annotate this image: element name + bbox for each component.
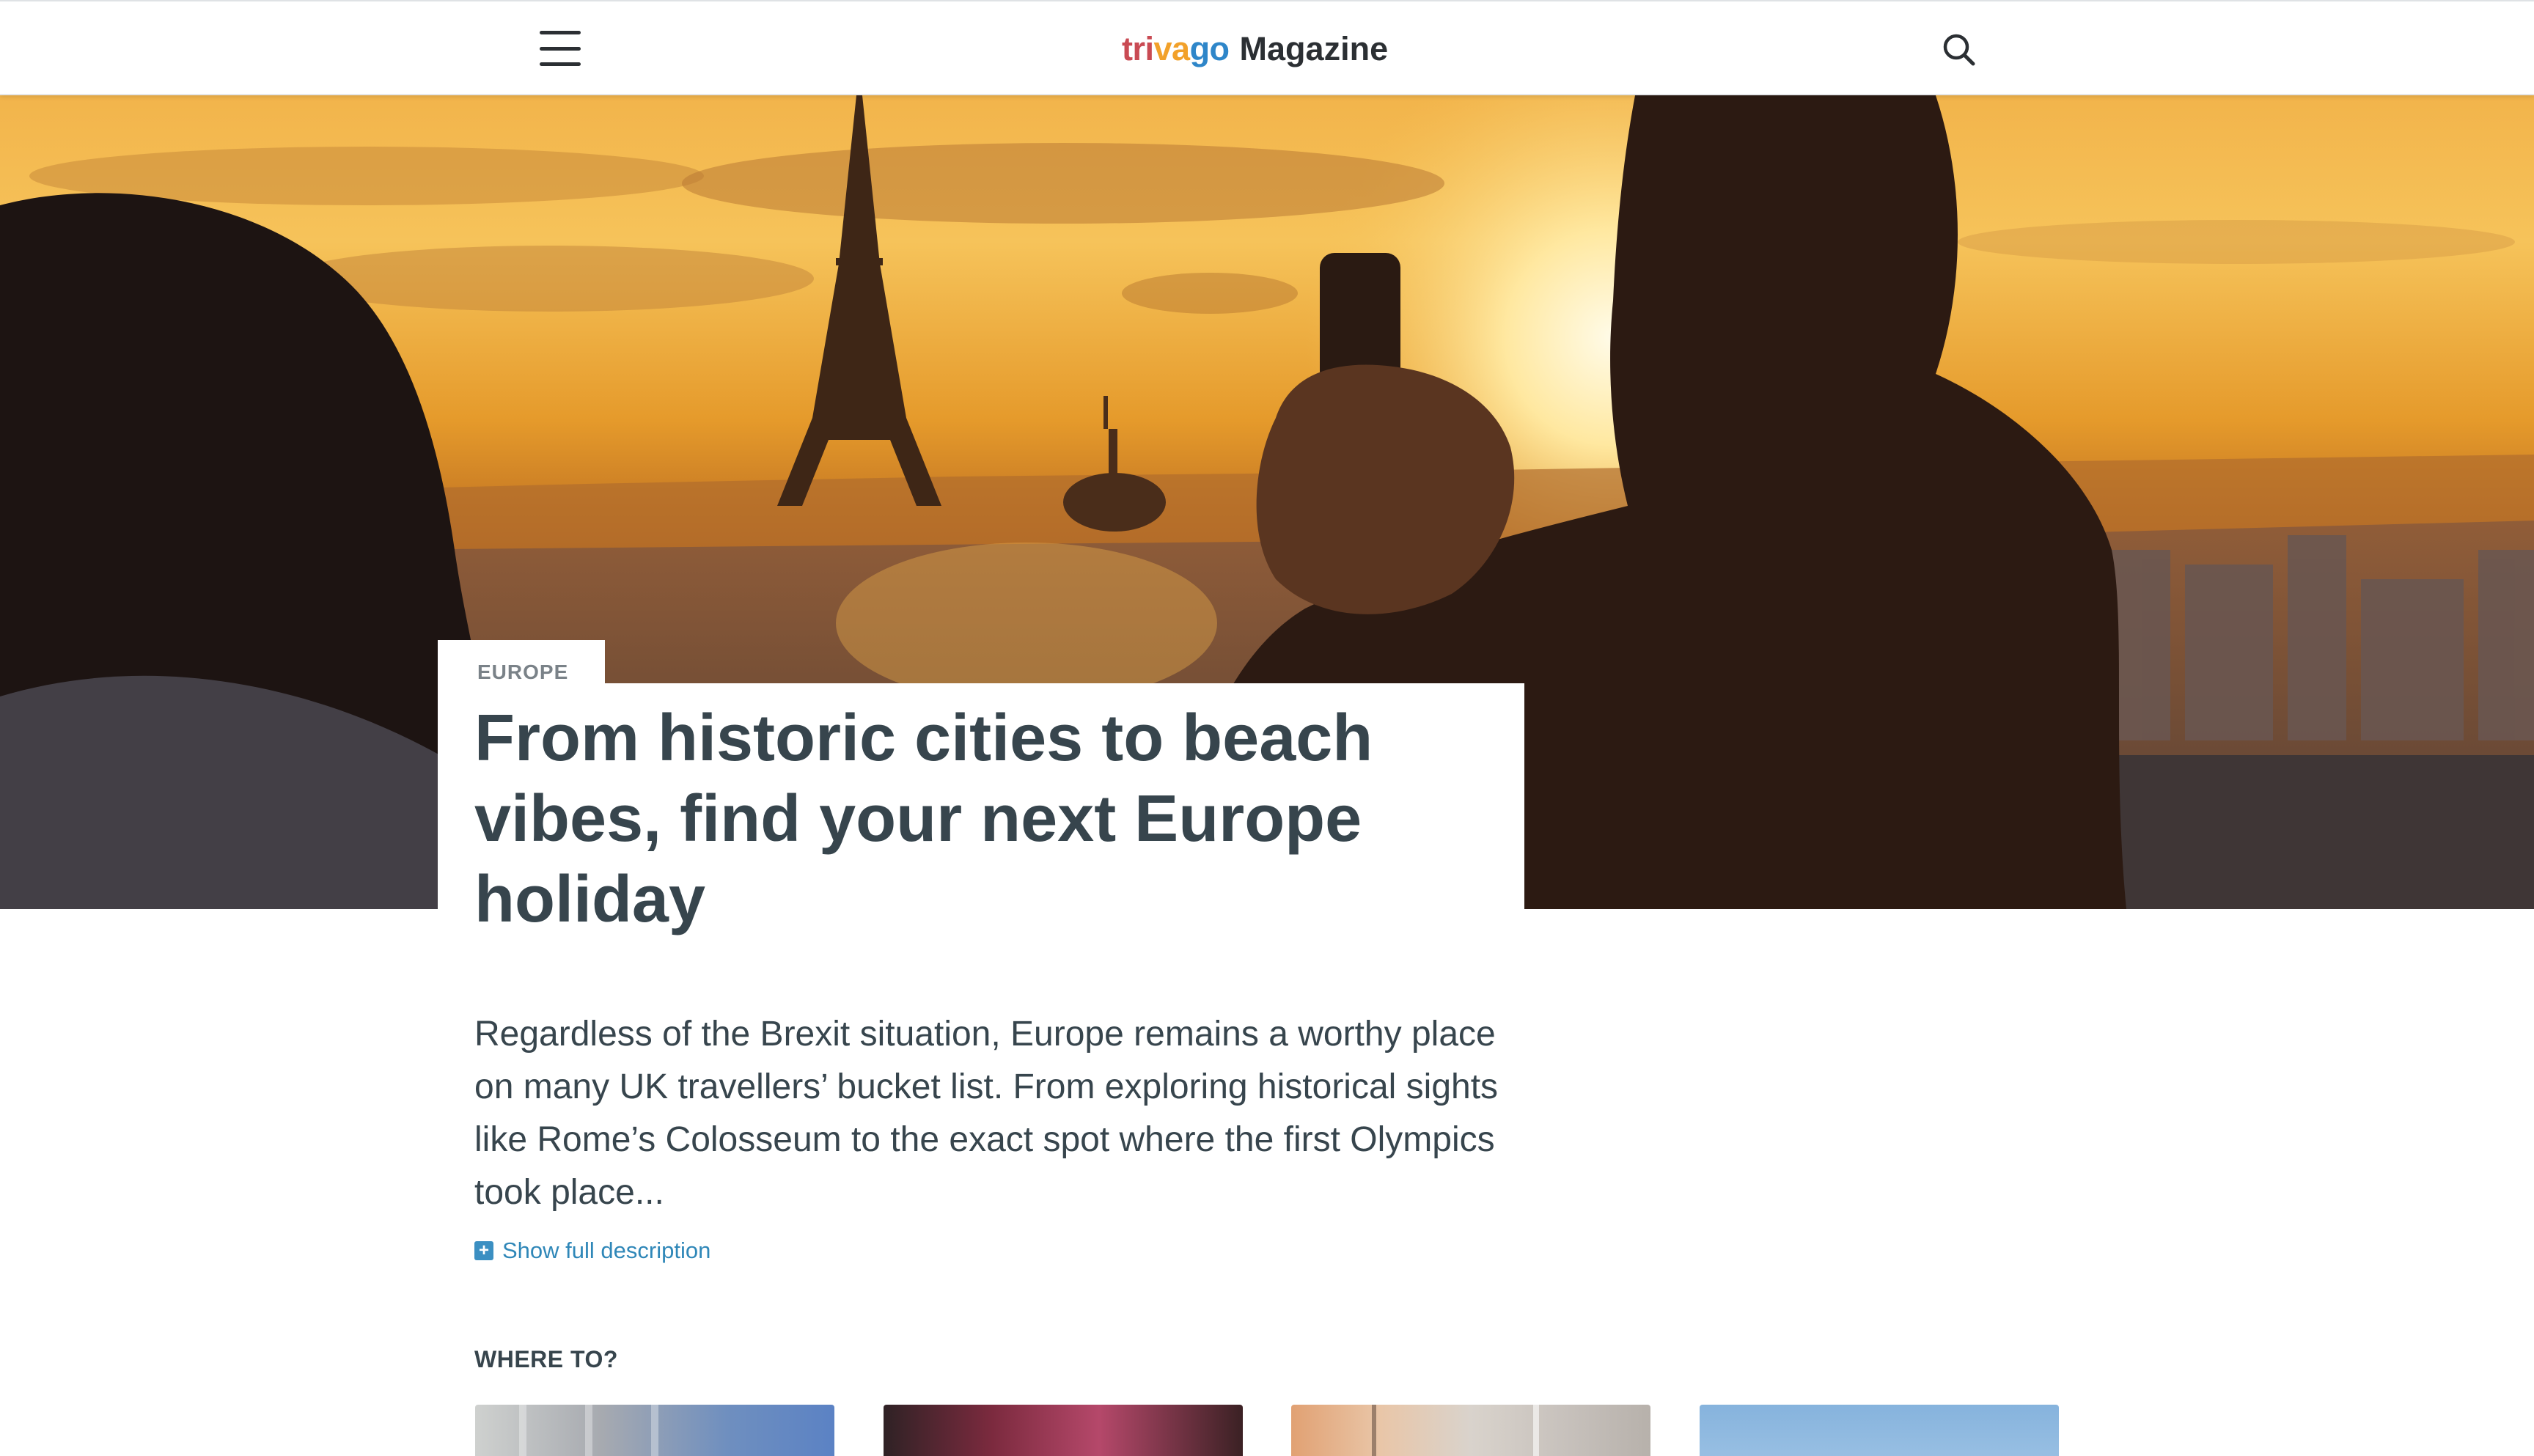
show-full-description-link[interactable]: + Show full description xyxy=(474,1236,710,1265)
site-header: tri va go Magazine xyxy=(0,0,2534,95)
search-icon[interactable] xyxy=(1940,31,1978,69)
logo-part-va: va xyxy=(1153,30,1191,67)
logo-magazine-text: Magazine xyxy=(1239,30,1389,67)
hamburger-menu-icon[interactable] xyxy=(540,31,581,66)
where-to-heading: WHERE TO? xyxy=(474,1346,618,1372)
destination-card-4-image[interactable] xyxy=(1700,1405,2059,1456)
article-description: Regardless of the Brexit situation, Euro… xyxy=(474,1015,1499,1212)
destination-card-2-image[interactable] xyxy=(884,1405,1243,1456)
page-title: From historic cities to beach vibes, fin… xyxy=(474,702,1373,936)
page: tri va go Magazine EUROPE From historic … xyxy=(0,0,2534,1456)
plus-icon: + xyxy=(474,1241,493,1260)
logo-part-tri: tri xyxy=(1122,30,1154,67)
category-tag[interactable]: EUROPE xyxy=(438,640,605,685)
category-tag-label: EUROPE xyxy=(477,661,569,683)
destination-card-3-image[interactable] xyxy=(1291,1405,1650,1456)
destination-card-1-image[interactable] xyxy=(475,1405,834,1456)
show-full-description-label: Show full description xyxy=(502,1238,711,1263)
trivago-magazine-logo[interactable]: tri va go Magazine xyxy=(1122,23,1388,75)
logo-part-go: go xyxy=(1189,30,1230,67)
